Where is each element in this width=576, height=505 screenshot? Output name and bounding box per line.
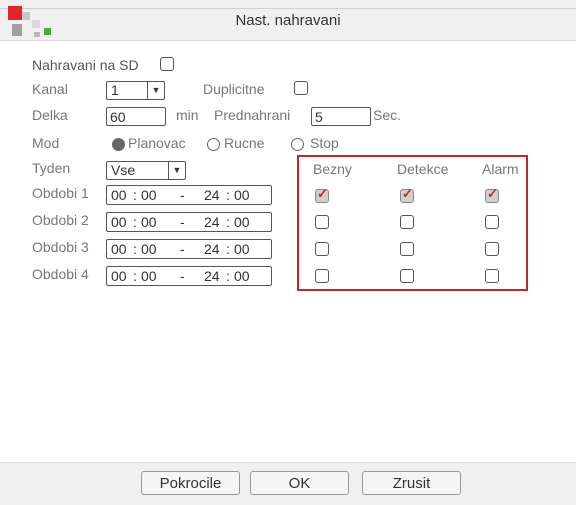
column-detekce: Detekce — [397, 161, 449, 177]
period-1-alarm-checkbox[interactable] — [485, 186, 499, 203]
period-2-alarm-checkbox[interactable] — [485, 215, 499, 229]
duplicate-label: Duplicitne — [203, 81, 265, 97]
mode-planovac-radio[interactable] — [112, 138, 125, 151]
channel-value: 1 — [111, 82, 119, 98]
ok-button[interactable]: OK — [250, 471, 349, 495]
length-unit: min — [176, 107, 199, 123]
period-3-detekce-checkbox[interactable] — [400, 242, 414, 256]
period-3-alarm-checkbox[interactable] — [485, 242, 499, 256]
length-input[interactable]: 60 — [106, 107, 166, 126]
period-2-time-range[interactable]: 00:00 - 24:00 — [106, 212, 272, 232]
prerecord-label: Prednahrani — [214, 107, 291, 123]
mode-rucne-label: Rucne — [224, 135, 265, 151]
period-label: Obdobi 3 — [32, 239, 89, 255]
mode-stop-radio[interactable] — [291, 138, 304, 151]
record-settings-window: Nast. nahravani Nahravani na SD Kanal 1 … — [0, 0, 576, 505]
period-1-detekce-checkbox[interactable] — [400, 186, 414, 203]
duplicate-checkbox[interactable] — [294, 81, 308, 95]
advanced-button[interactable]: Pokrocile — [141, 471, 240, 495]
window-title: Nast. nahravani — [235, 12, 341, 29]
period-2-detekce-checkbox[interactable] — [400, 215, 414, 229]
period-2-bezny-checkbox[interactable] — [315, 215, 329, 229]
record-sd-label: Nahravani na SD — [32, 57, 139, 73]
period-1-time-range[interactable]: 00:00 - 24:00 — [106, 185, 272, 205]
column-alarm: Alarm — [482, 161, 519, 177]
prerecord-input[interactable]: 5 — [311, 107, 371, 126]
period-4-time-range[interactable]: 00:00 - 24:00 — [106, 266, 272, 286]
channel-select[interactable]: 1 ▼ — [106, 81, 165, 100]
period-4-bezny-checkbox[interactable] — [315, 269, 329, 283]
period-4-alarm-checkbox[interactable] — [485, 269, 499, 283]
mode-planovac-label: Planovac — [128, 135, 186, 151]
period-label: Obdobi 2 — [32, 212, 89, 228]
length-label: Delka — [32, 107, 68, 123]
week-value: Vse — [111, 162, 136, 178]
cancel-button[interactable]: Zrusit — [362, 471, 461, 495]
chevron-down-icon: ▼ — [147, 82, 164, 99]
period-3-bezny-checkbox[interactable] — [315, 242, 329, 256]
channel-label: Kanal — [32, 81, 68, 97]
chevron-down-icon: ▼ — [168, 162, 185, 179]
week-label: Tyden — [32, 160, 71, 176]
record-sd-checkbox[interactable] — [160, 57, 174, 71]
title-bar: Nast. nahravani — [0, 0, 576, 41]
mode-label: Mod — [32, 135, 60, 151]
week-select[interactable]: Vse ▼ — [106, 161, 186, 180]
mode-rucne-radio[interactable] — [207, 138, 220, 151]
period-label: Obdobi 4 — [32, 266, 89, 282]
title-divider — [0, 0, 576, 9]
period-3-time-range[interactable]: 00:00 - 24:00 — [106, 239, 272, 259]
period-1-bezny-checkbox[interactable] — [315, 186, 329, 203]
prerecord-unit: Sec. — [373, 107, 402, 123]
mode-stop-label: Stop — [310, 135, 339, 151]
period-label: Obdobi 1 — [32, 185, 89, 201]
column-bezny: Bezny — [313, 161, 352, 177]
period-4-detekce-checkbox[interactable] — [400, 269, 414, 283]
